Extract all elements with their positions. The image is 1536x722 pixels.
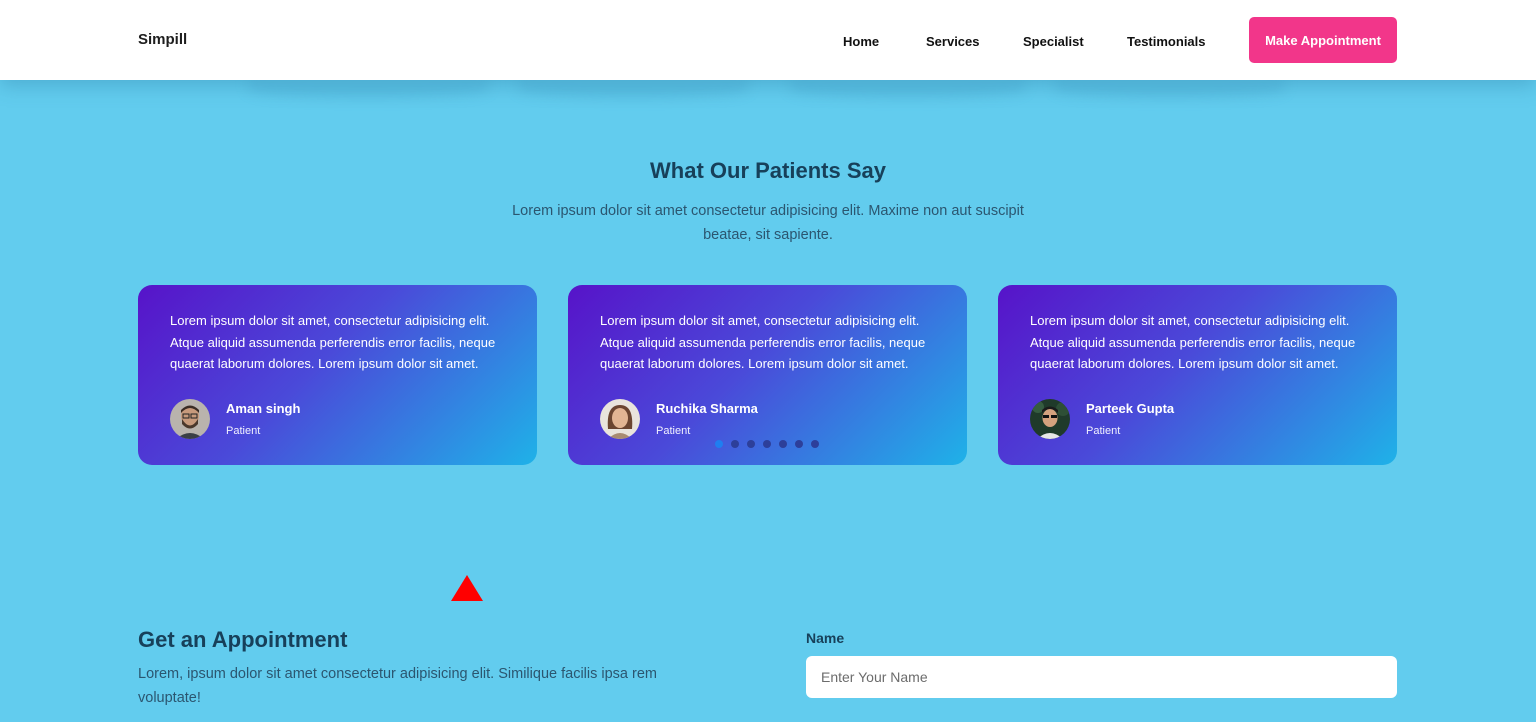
testimonial-card: Lorem ipsum dolor sit amet, consectetur … <box>138 285 537 465</box>
patient-role: Patient <box>656 425 691 437</box>
testimonial-text: Lorem ipsum dolor sit amet, consectetur … <box>170 313 496 371</box>
patient-name: Parteek Gupta <box>1086 401 1175 416</box>
name-input[interactable] <box>806 656 1397 698</box>
carousel-dot[interactable] <box>715 440 723 448</box>
testimonial-text: Lorem ipsum dolor sit amet, consectetur … <box>1030 313 1356 371</box>
appointment-subtitle: Lorem, ipsum dolor sit amet consectetur … <box>138 666 657 706</box>
appointment-title: Get an Appointment <box>138 627 348 652</box>
decorative-shadow <box>1055 80 1285 98</box>
carousel-dot[interactable] <box>779 440 787 448</box>
avatar <box>170 399 210 439</box>
carousel-pagination <box>715 440 819 448</box>
make-appointment-button[interactable]: Make Appointment <box>1249 17 1397 63</box>
avatar <box>600 399 640 439</box>
triangle-marker-icon <box>451 575 483 601</box>
testimonial-card: Lorem ipsum dolor sit amet, consectetur … <box>998 285 1397 465</box>
name-label: Name <box>806 630 845 646</box>
site-header: Simpill Home Services Specialist Testimo… <box>0 0 1536 80</box>
patient-role: Patient <box>226 425 261 437</box>
carousel-dot[interactable] <box>811 440 819 448</box>
decorative-shadow <box>790 80 1025 98</box>
carousel-dot[interactable] <box>763 440 771 448</box>
carousel-dot[interactable] <box>731 440 739 448</box>
nav-specialist[interactable]: Specialist <box>1023 34 1084 49</box>
avatar <box>1030 399 1070 439</box>
patient-name: Ruchika Sharma <box>656 401 758 416</box>
patient-role: Patient <box>1086 425 1121 437</box>
testimonials-title: What Our Patients Say <box>650 158 886 183</box>
carousel-dot[interactable] <box>795 440 803 448</box>
patient-name: Aman singh <box>226 401 301 416</box>
decorative-shadow <box>248 80 488 98</box>
testimonial-card: Lorem ipsum dolor sit amet, consectetur … <box>568 285 967 465</box>
nav-home[interactable]: Home <box>843 34 879 49</box>
decorative-shadow <box>518 80 748 98</box>
nav-services[interactable]: Services <box>926 34 980 49</box>
nav-testimonials[interactable]: Testimonials <box>1127 34 1206 49</box>
testimonials-subtitle: Lorem ipsum dolor sit amet consectetur a… <box>512 203 1024 243</box>
brand-logo[interactable]: Simpill <box>138 31 187 48</box>
testimonial-text: Lorem ipsum dolor sit amet, consectetur … <box>600 313 926 371</box>
carousel-dot[interactable] <box>747 440 755 448</box>
